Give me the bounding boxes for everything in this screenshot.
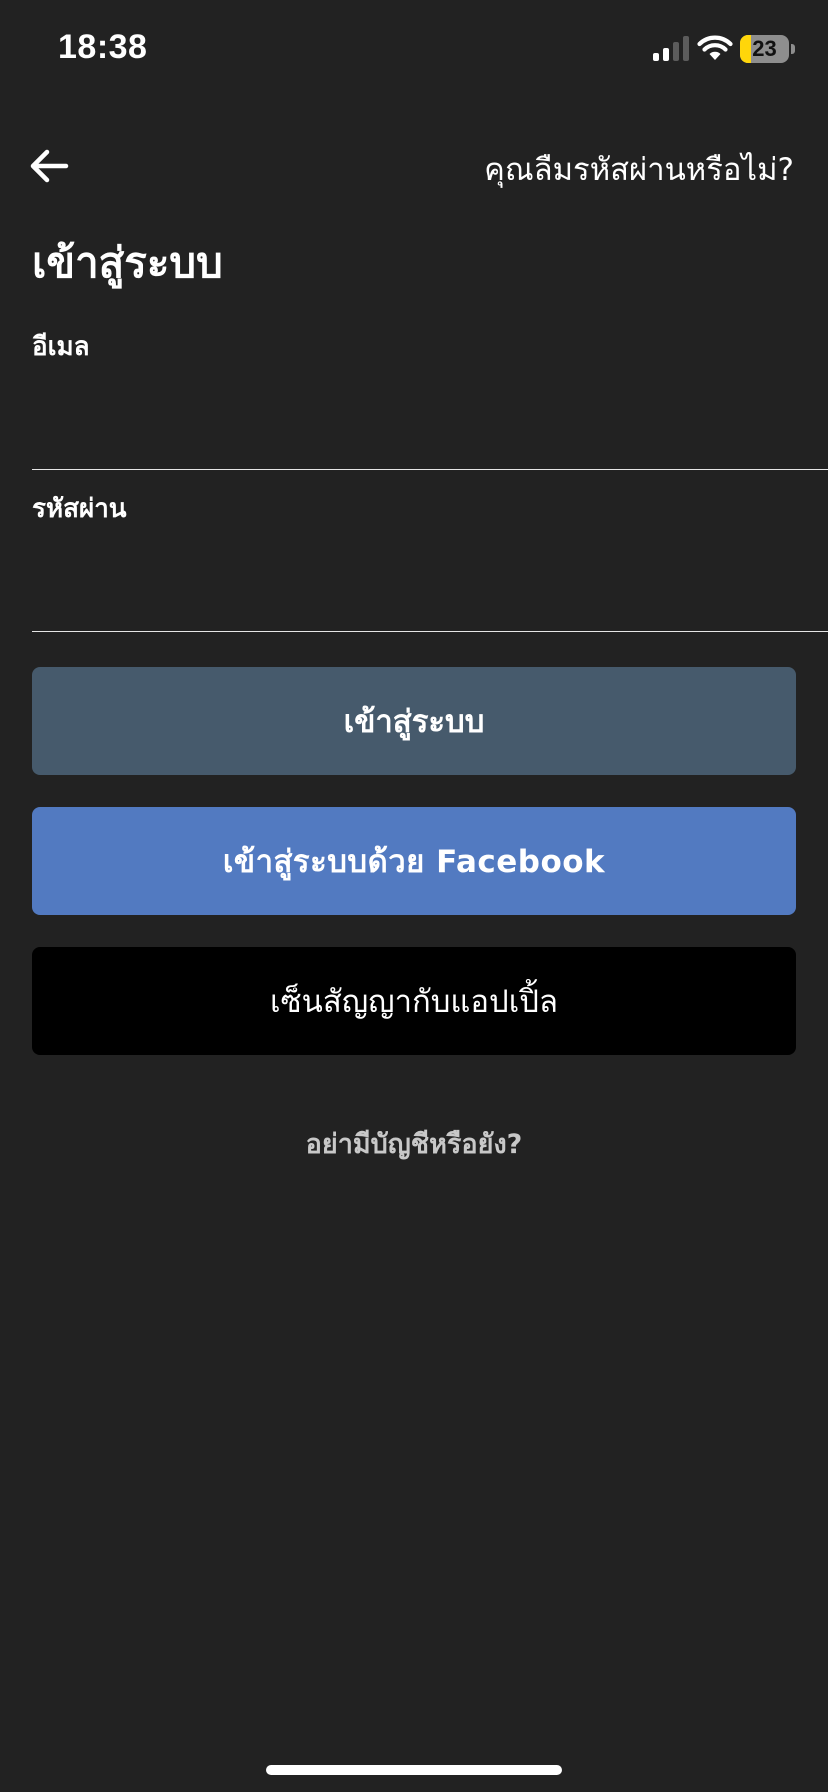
forgot-password-link[interactable]: คุณลืมรหัสผ่านหรือไม่? — [484, 144, 794, 194]
status-time: 18:38 — [58, 28, 148, 66]
page-title: เข้าสู่ระบบ — [32, 238, 223, 287]
password-label: รหัสผ่าน — [32, 494, 127, 524]
facebook-login-button[interactable]: เข้าสู่ระบบด้วย Facebook — [32, 807, 796, 915]
apple-signin-button-label: เซ็นสัญญากับแอปเปิ้ล — [270, 984, 558, 1020]
signal-icon — [653, 36, 689, 61]
battery-icon: 23 — [740, 35, 796, 63]
wifi-icon — [697, 35, 733, 60]
battery-level: 23 — [752, 36, 777, 61]
email-field[interactable] — [32, 414, 828, 470]
facebook-login-button-label: เข้าสู่ระบบด้วย Facebook — [222, 844, 606, 880]
password-field[interactable] — [32, 576, 828, 632]
login-button[interactable]: เข้าสู่ระบบ — [32, 667, 796, 775]
apple-signin-button[interactable]: เซ็นสัญญากับแอปเปิ้ล — [32, 947, 796, 1055]
signup-link[interactable]: อย่ามีบัญชีหรือยัง? — [0, 1122, 828, 1165]
email-label: อีเมล — [32, 332, 90, 362]
arrow-left-icon[interactable] — [26, 142, 74, 190]
status-bar: 18:38 23 — [0, 0, 828, 100]
login-button-label: เข้าสู่ระบบ — [343, 704, 485, 740]
home-indicator — [266, 1765, 562, 1775]
